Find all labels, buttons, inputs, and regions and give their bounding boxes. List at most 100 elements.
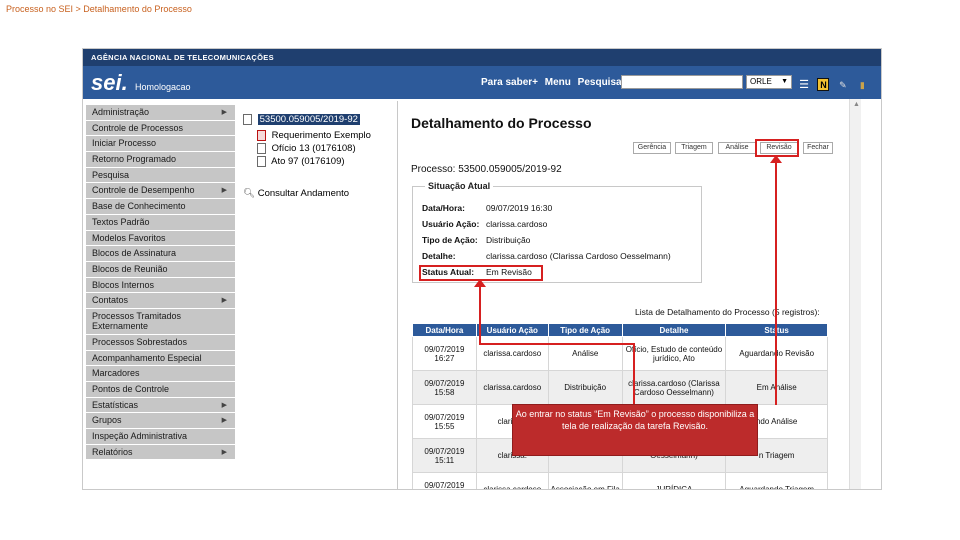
document-icon: [257, 142, 266, 154]
sidebar-item[interactable]: Estatísticas ▶: [86, 397, 235, 414]
sidebar-item-label: Contatos: [92, 295, 129, 306]
sidebar-item[interactable]: Base de Conhecimento: [86, 199, 235, 215]
situation-value: 09/07/2019 16:30: [486, 203, 553, 213]
nav-links: Para saber+ Menu Pesquisa: [481, 77, 626, 88]
table-cell: Ofício, Estudo de conteúdo jurídico, Ato: [621, 336, 727, 371]
sidebar-menu: Administração ▶ Controle de Processos Inici…: [86, 105, 235, 461]
situation-key: Data/Hora:: [422, 203, 465, 213]
arrow-connector: [633, 343, 635, 405]
chevron-right-icon: ▶: [221, 109, 227, 116]
col-header: Usuário Ação: [475, 323, 549, 337]
sei-logo[interactable]: sei.: [91, 70, 128, 96]
sidebar-item[interactable]: Relatórios ▶: [86, 444, 235, 461]
sidebar-item[interactable]: Controle de Processos: [86, 120, 235, 137]
document-icon: [257, 155, 266, 167]
consult-link[interactable]: Consultar Andamento: [258, 188, 349, 199]
gerencia-button[interactable]: Gerência: [633, 142, 671, 154]
sidebar-item[interactable]: Administração ▶: [86, 105, 235, 121]
table-cell: clarissa.cardoso: [475, 370, 549, 405]
tree-document-label[interactable]: Ofício 13 (0176108): [272, 143, 356, 154]
chevron-right-icon: ▶: [221, 417, 227, 425]
sidebar-item[interactable]: Blocos de Reunião: [86, 261, 235, 278]
sidebar-item-label: Pontos de Controle: [92, 384, 170, 394]
sidebar-item[interactable]: Iniciar Processo: [86, 136, 235, 153]
table-cell: Associação em Fila: [547, 472, 623, 489]
sidebar-item-label: Pesquisa: [92, 169, 130, 180]
chevron-down-icon: ▼: [781, 78, 788, 85]
tree-consult-row[interactable]: 🔍︎ Consultar Andamento: [243, 187, 349, 200]
sidebar-item[interactable]: Processos Tramitados Externamente: [86, 308, 235, 335]
situation-key: Detalhe:: [422, 251, 456, 261]
tree-document-2[interactable]: Ofício 13 (0176108): [257, 142, 356, 155]
sidebar-item[interactable]: Blocos de Assinatura: [86, 246, 235, 262]
notice-icon[interactable]: N: [817, 78, 830, 91]
col-header: Tipo de Ação: [547, 323, 623, 337]
sidebar-item-label: Estatísticas: [92, 399, 139, 410]
table-cell: JURÍDICA: [621, 472, 727, 489]
sidebar-item[interactable]: Retorno Programado: [86, 152, 235, 168]
tree-document-1[interactable]: Requerimento Exemplo: [257, 129, 371, 142]
analise-button[interactable]: Análise: [718, 142, 756, 154]
sidebar-item[interactable]: Contatos ▶: [86, 293, 235, 309]
environment-label: Homologacao: [135, 82, 191, 92]
sidebar-item-label: Blocos de Reunião: [92, 263, 168, 274]
sidebar-item[interactable]: Pesquisa: [86, 167, 235, 184]
sidebar-item-label: Textos Padrão: [92, 216, 150, 227]
table-cell: Distribuição: [547, 370, 623, 405]
arrow-to-status: [479, 283, 481, 345]
pane-divider[interactable]: [397, 101, 398, 489]
sidebar-item[interactable]: Textos Padrão: [86, 214, 235, 231]
table-cell: 09/07/2019 15:55: [412, 404, 477, 439]
link-menu[interactable]: Menu: [545, 77, 571, 88]
tree-document-label[interactable]: Requerimento Exemplo: [272, 130, 371, 141]
triagem-button[interactable]: Triagem: [675, 142, 713, 154]
link-para-saber[interactable]: Para saber+: [481, 77, 538, 88]
sidebar-item[interactable]: Pontos de Controle: [86, 382, 235, 398]
table-cell: clarissa.cardoso: [475, 336, 549, 371]
tree-document-3[interactable]: Ato 97 (0176109): [257, 155, 345, 168]
link-pesquisa[interactable]: Pesquisa: [578, 77, 622, 88]
list-icon[interactable]: ☰: [798, 79, 810, 92]
agency-bar: AGÊNCIA NACIONAL DE TELECOMUNICAÇÕES: [83, 49, 881, 66]
page-title: Detalhamento do Processo: [411, 115, 592, 131]
table-row: 09/07/2019 16:27 clarissa.cardoso Análise O…: [412, 336, 828, 371]
tree-process-row[interactable]: 53500.059005/2019-92: [243, 113, 360, 126]
sidebar-item-label: Controle de Processos: [92, 122, 184, 133]
sidebar-item[interactable]: Marcadores: [86, 366, 235, 382]
sidebar-item[interactable]: Grupos ▶: [86, 413, 235, 430]
situation-row: Usuário Ação: clarissa.cardoso: [422, 219, 692, 231]
sidebar-item-label: Relatórios: [92, 446, 133, 457]
table-row: 09/07/2019 15:03clarissa.cardosoAssociaç…: [412, 472, 828, 489]
sidebar-item-label: Blocos Internos: [92, 279, 155, 290]
sidebar-item[interactable]: Processos Sobrestados: [86, 334, 235, 351]
arrow-head-up-icon: [770, 155, 782, 163]
sidebar-item[interactable]: Acompanhamento Especial: [86, 350, 235, 367]
sidebar-item[interactable]: Blocos Internos: [86, 277, 235, 294]
unit-select[interactable]: ORLE ▼: [746, 75, 792, 89]
col-header: Detalhe: [621, 323, 727, 337]
chevron-up-icon[interactable]: ▲: [853, 101, 860, 108]
scrollbar[interactable]: ▲: [849, 99, 861, 489]
fechar-button[interactable]: Fechar: [803, 142, 833, 154]
situation-row: Detalhe: clarissa.cardoso (Clarissa Cardo…: [422, 251, 692, 263]
tree-process-number[interactable]: 53500.059005/2019-92: [257, 114, 360, 125]
situation-key: Tipo de Ação:: [422, 235, 478, 245]
search-input[interactable]: [621, 75, 743, 89]
situation-key: Usuário Ação:: [422, 219, 480, 229]
pdf-icon: [257, 129, 266, 141]
sidebar-item[interactable]: Controle de Desempenho ▶: [86, 183, 235, 200]
sidebar-item[interactable]: Modelos Favoritos: [86, 230, 235, 247]
toolbar-icons: ☰ N ✎ ▮: [798, 75, 871, 93]
chevron-right-icon: ▶: [221, 187, 227, 195]
sidebar-item-label: Controle de Desempenho: [92, 185, 195, 196]
tree-document-label[interactable]: Ato 97 (0176109): [271, 156, 344, 167]
situation-row: Tipo de Ação: Distribuição: [422, 235, 692, 247]
sidebar-item-label: Processos Tramitados Externamente: [92, 310, 182, 331]
col-header: Data/Hora: [412, 323, 477, 337]
sei-window: AGÊNCIA NACIONAL DE TELECOMUNICAÇÕES sei…: [82, 48, 882, 490]
sidebar-item-label: Modelos Favoritos: [92, 232, 166, 243]
chevron-right-icon: ▶: [221, 297, 227, 305]
tools-icon[interactable]: ✎: [837, 79, 849, 92]
exit-icon[interactable]: ▮: [856, 79, 868, 92]
sidebar-item[interactable]: Inspeção Administrativa: [86, 429, 235, 445]
